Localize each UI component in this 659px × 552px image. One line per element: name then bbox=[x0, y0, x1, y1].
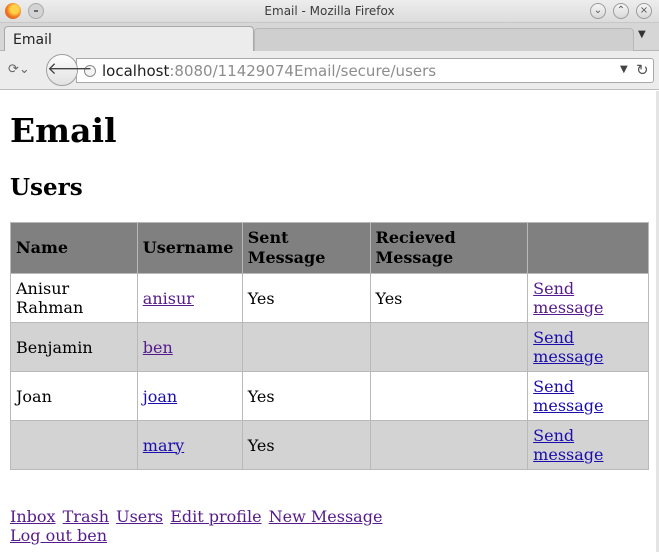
window-title: Email - Mozilla Firefox bbox=[264, 4, 395, 18]
table-header-row: Name Username Sent Message Recieved Mess… bbox=[10, 222, 649, 274]
cell-sent bbox=[241, 322, 371, 372]
table-row: Anisur Rahman anisur Yes Yes Send messag… bbox=[10, 273, 649, 323]
cell-received: Yes bbox=[369, 273, 529, 323]
maximize-icon[interactable]: ⌃ bbox=[613, 3, 629, 19]
column-header-received: Recieved Message bbox=[369, 222, 529, 274]
cell-action: Send message bbox=[527, 322, 649, 372]
send-message-link[interactable]: Send message bbox=[533, 377, 603, 415]
back-arrow-icon[interactable]: 🡐 bbox=[46, 54, 93, 86]
cell-action: Send message bbox=[527, 371, 649, 421]
logout-row: Log out ben bbox=[10, 526, 384, 545]
dropdown-arrow-icon[interactable]: ▼ bbox=[620, 64, 628, 75]
cell-action: Send message bbox=[527, 420, 649, 470]
logout-link[interactable]: Log out ben bbox=[10, 526, 107, 545]
footer-navigation: Inbox Trash Users Edit profile New Messa… bbox=[10, 507, 384, 545]
cell-name: Joan bbox=[10, 371, 138, 421]
column-header-action bbox=[527, 222, 649, 274]
new-message-link[interactable]: New Message bbox=[269, 507, 383, 526]
tab-list-dropdown-icon[interactable]: ▼ bbox=[638, 29, 646, 40]
table-row: Benjamin ben Send message bbox=[10, 322, 649, 372]
trash-link[interactable]: Trash bbox=[63, 507, 109, 526]
url-host: localhost bbox=[102, 62, 170, 80]
tab-bar: Email bbox=[0, 23, 659, 51]
section-title: Users bbox=[10, 174, 83, 201]
users-link[interactable]: Users bbox=[116, 507, 163, 526]
username-link[interactable]: joan bbox=[143, 387, 177, 406]
cell-username: ben bbox=[136, 322, 243, 372]
minimize-icon[interactable]: ⌄ bbox=[590, 3, 606, 19]
column-header-username: Username bbox=[136, 222, 243, 274]
url-text[interactable]: localhost:8080/11429074Email/secure/user… bbox=[102, 62, 436, 80]
username-link[interactable]: anisur bbox=[143, 289, 194, 308]
column-header-sent: Sent Message bbox=[241, 222, 371, 274]
cell-sent: Yes bbox=[241, 371, 371, 421]
cell-username: mary bbox=[136, 420, 243, 470]
cell-sent: Yes bbox=[241, 420, 371, 470]
cell-username: joan bbox=[136, 371, 243, 421]
window-titlebar: Email - Mozilla Firefox ⌄ ⌃ × bbox=[0, 0, 659, 23]
table-row: Joan joan Yes Send message bbox=[10, 371, 649, 421]
cell-name: Benjamin bbox=[10, 322, 138, 372]
history-icon[interactable]: ⟳⌄ bbox=[8, 62, 36, 80]
reload-icon[interactable]: ↻ bbox=[636, 61, 649, 79]
users-table: Name Username Sent Message Recieved Mess… bbox=[10, 222, 649, 470]
username-link[interactable]: mary bbox=[143, 436, 184, 455]
tab-empty-area[interactable] bbox=[254, 28, 634, 51]
send-message-link[interactable]: Send message bbox=[533, 426, 603, 464]
edit-profile-link[interactable]: Edit profile bbox=[170, 507, 261, 526]
navigation-toolbar: ⟳⌄ localhost:8080/11429074Email/secure/u… bbox=[0, 51, 659, 90]
send-message-link[interactable]: Send message bbox=[533, 328, 603, 366]
cell-received bbox=[369, 420, 529, 470]
cell-sent: Yes bbox=[241, 273, 371, 323]
footer-links-row: Inbox Trash Users Edit profile New Messa… bbox=[10, 507, 384, 526]
column-header-name: Name bbox=[10, 222, 138, 274]
cell-received bbox=[369, 322, 529, 372]
page-title: Email bbox=[10, 111, 117, 150]
cell-username: anisur bbox=[136, 273, 243, 323]
page-content: Email Users Name Username Sent Message R… bbox=[0, 91, 659, 552]
inbox-link[interactable]: Inbox bbox=[10, 507, 56, 526]
cell-name bbox=[10, 420, 138, 470]
tab-email[interactable]: Email bbox=[4, 26, 254, 51]
close-icon[interactable]: × bbox=[636, 3, 652, 19]
url-bar[interactable]: localhost:8080/11429074Email/secure/user… bbox=[76, 58, 654, 83]
table-row: mary Yes Send message bbox=[10, 420, 649, 470]
cell-name: Anisur Rahman bbox=[10, 273, 138, 323]
tab-label: Email bbox=[13, 32, 52, 48]
cell-action: Send message bbox=[527, 273, 649, 323]
cell-received bbox=[369, 371, 529, 421]
username-link[interactable]: ben bbox=[143, 338, 173, 357]
url-path: :8080/11429074Email/secure/users bbox=[169, 62, 437, 80]
send-message-link[interactable]: Send message bbox=[533, 279, 603, 317]
